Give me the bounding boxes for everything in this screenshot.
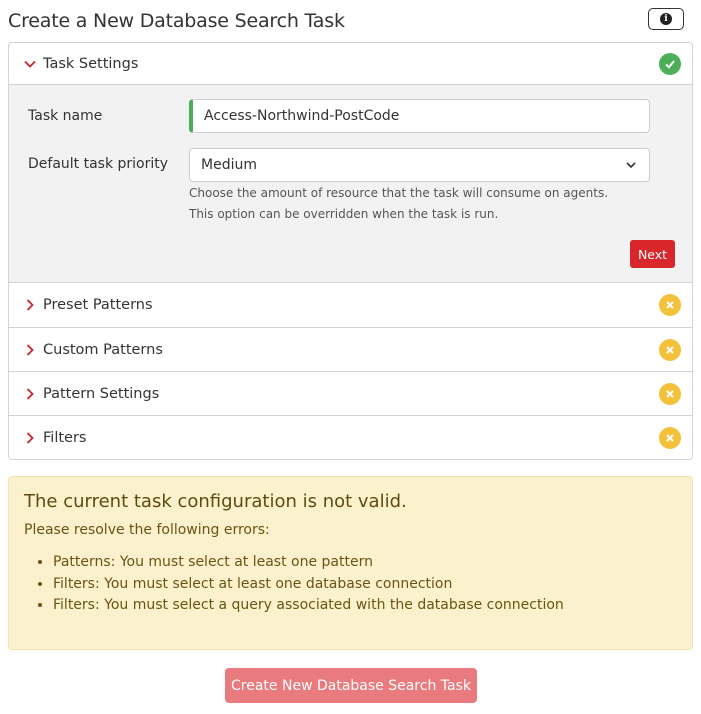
section-label: Filters: [43, 429, 87, 446]
alert-subtitle: Please resolve the following errors:: [24, 522, 270, 538]
error-list: Patterns: You must select at least one p…: [24, 552, 677, 617]
validation-alert: The current task configuration is not va…: [8, 476, 693, 650]
section-custom-patterns-header[interactable]: Custom Patterns: [9, 327, 692, 371]
x-icon: [659, 426, 681, 449]
task-accordion: Task Settings Task name Access-Northwind…: [8, 42, 693, 460]
task-settings-panel: Task name Access-Northwind-PostCode Defa…: [9, 85, 692, 282]
page-title: Create a New Database Search Task: [8, 10, 345, 32]
error-item: Patterns: You must select at least one p…: [53, 552, 677, 574]
task-name-input[interactable]: Access-Northwind-PostCode: [189, 99, 650, 133]
alert-title: The current task configuration is not va…: [24, 491, 407, 512]
section-label: Pattern Settings: [43, 385, 160, 402]
chevron-right-icon: [26, 387, 34, 400]
section-preset-patterns-header[interactable]: Preset Patterns: [9, 282, 692, 327]
error-item: Filters: You must select at least one da…: [53, 574, 677, 596]
chevron-down-icon: [24, 60, 36, 68]
chevron-right-icon: [26, 299, 34, 311]
section-task-settings-header[interactable]: Task Settings: [9, 43, 692, 85]
chevron-right-icon: [26, 431, 34, 444]
x-icon: [659, 382, 681, 405]
section-label: Task Settings: [43, 55, 139, 72]
priority-select[interactable]: Medium: [189, 148, 650, 182]
create-task-button[interactable]: Create New Database Search Task: [225, 668, 477, 703]
chevron-right-icon: [26, 343, 34, 356]
chevron-down-icon: [626, 162, 636, 169]
priority-label: Default task priority: [28, 156, 169, 172]
x-icon: [659, 338, 681, 361]
info-icon: i: [660, 13, 672, 25]
next-button[interactable]: Next: [630, 240, 675, 268]
section-label: Custom Patterns: [43, 341, 163, 358]
info-button[interactable]: i: [648, 8, 684, 30]
check-icon: [659, 52, 681, 75]
task-name-label: Task name: [28, 108, 103, 124]
priority-selected-value: Medium: [201, 157, 257, 173]
error-item: Filters: You must select a query associa…: [53, 595, 677, 617]
x-icon: [659, 294, 681, 316]
section-pattern-settings-header[interactable]: Pattern Settings: [9, 371, 692, 415]
section-filters-header[interactable]: Filters: [9, 415, 692, 459]
section-label: Preset Patterns: [43, 297, 153, 313]
priority-help-text: Choose the amount of resource that the t…: [189, 186, 609, 221]
